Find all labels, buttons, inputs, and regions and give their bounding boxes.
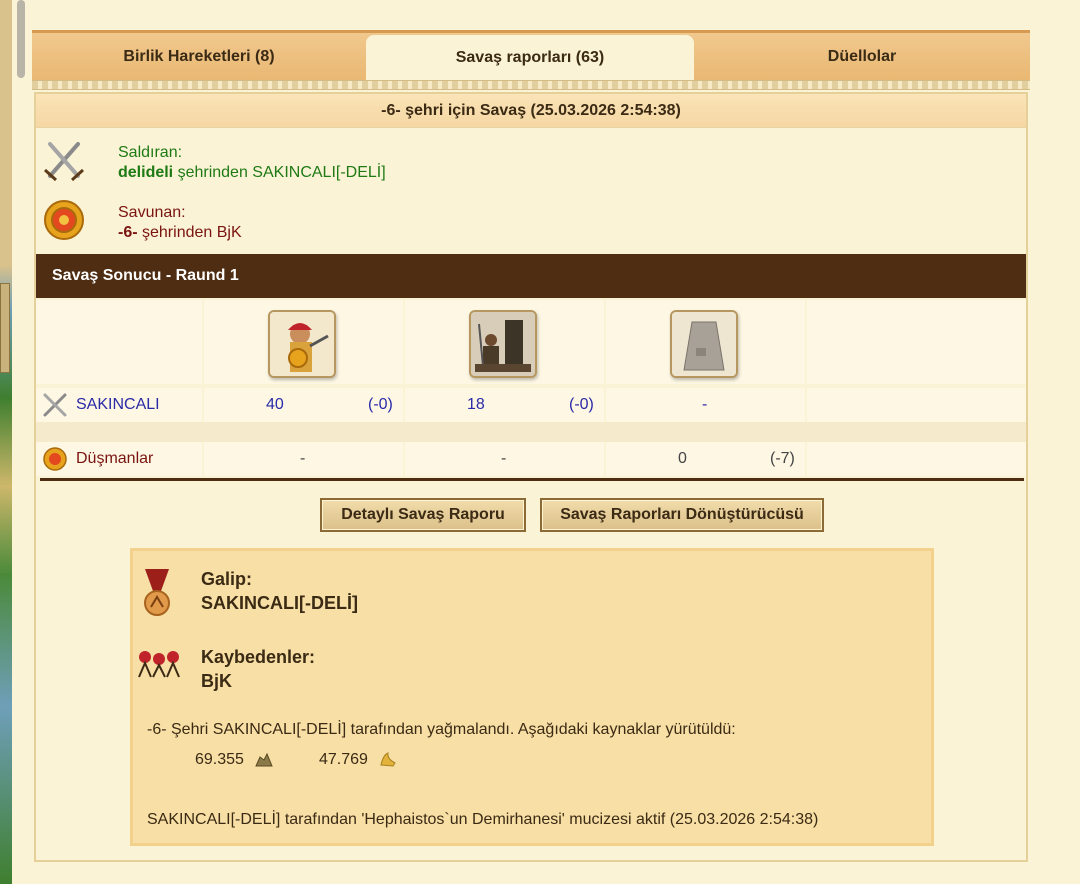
enemy-unit3-count: 0: [678, 450, 687, 467]
attacker-row-label[interactable]: SAKINCALI: [76, 396, 160, 414]
attacker-unit1-count: 40: [266, 396, 284, 413]
crossed-swords-icon: [43, 393, 67, 417]
round-title-bar: Savaş Sonucu - Raund 1: [36, 254, 1026, 298]
stone-resource-icon: [255, 752, 273, 767]
tab-bar: Birlik Hareketleri (8) Savaş raporları (…: [32, 30, 1030, 80]
fallen-soldiers-icon: [138, 651, 180, 678]
attacker-unit2-count: 18: [467, 396, 485, 413]
detailed-report-button[interactable]: Detaylı Savaş Raporu: [320, 498, 526, 532]
battle-report-panel: -6- şehri için Savaş (25.03.2026 2:54:38…: [34, 92, 1028, 862]
shield-icon: [43, 447, 67, 471]
attacker-unit3-count: -: [702, 396, 708, 413]
attacker-unit1-loss: (-0): [368, 396, 393, 413]
scrollbar[interactable]: [17, 0, 25, 78]
defender-role: Savunan:: [118, 204, 186, 221]
report-converter-button[interactable]: Savaş Raporları Dönüştürücüsü: [540, 498, 824, 532]
battle-result-box: Galip: SAKINCALI[-DELİ] Kaybedenler: BjK…: [130, 548, 934, 846]
enemy-units-row: Düşmanlar - - 0 (-7): [36, 442, 1026, 476]
tab-battle-reports[interactable]: Savaş raporları (63): [366, 35, 694, 80]
attacker-units-row: SAKINCALI 40 (-0) 18 (-0) -: [36, 388, 1026, 422]
attacker-section: Saldıran: delideli şehrinden SAKINCALI[-…: [36, 130, 1026, 190]
losers-name[interactable]: BjK: [201, 671, 232, 692]
medal-icon: [144, 569, 170, 616]
silver-resource-icon: [380, 752, 396, 767]
defender-player-link[interactable]: BjK: [217, 224, 242, 241]
row-spacer: [36, 422, 1026, 442]
enemy-row-label: Düşmanlar: [76, 450, 154, 467]
report-title: -6- şehri için Savaş (25.03.2026 2:54:38…: [36, 94, 1026, 128]
attacker-role: Saldıran:: [118, 144, 183, 161]
tab-border-ornament: [32, 80, 1030, 90]
city-wall-icon[interactable]: [670, 310, 738, 378]
winner-name[interactable]: SAKINCALI[-DELİ]: [201, 593, 358, 614]
enemy-unit3-loss: (-7): [770, 450, 795, 467]
defender-section: Savunan: -6- şehrinden BjK: [36, 190, 1026, 250]
wonder-text: SAKINCALI[-DELİ] tarafından 'Hephaistos`…: [147, 811, 819, 828]
shield-icon: [44, 200, 84, 240]
resource1-amount: 69.355: [195, 751, 244, 768]
attacker-unit2-loss: (-0): [569, 396, 594, 413]
attacker-city-link[interactable]: delideli: [118, 164, 173, 181]
defender-city-link[interactable]: -6-: [118, 224, 138, 241]
side-panel-handle[interactable]: [0, 283, 10, 373]
tab-unit-movements[interactable]: Birlik Hareketleri (8): [32, 33, 366, 80]
winner-label: Galip:: [201, 569, 253, 589]
resource2-amount: 47.769: [319, 751, 368, 768]
attacker-player-link[interactable]: SAKINCALI[-DELİ]: [252, 164, 385, 181]
slinger-unit-icon[interactable]: [268, 310, 336, 378]
enemy-unit1-count: -: [300, 450, 306, 467]
plunder-text: -6- Şehri SAKINCALI[-DELİ] tarafından ya…: [147, 721, 736, 738]
unit-images-row: [36, 300, 1026, 384]
catapult-unit-icon[interactable]: [469, 310, 537, 378]
game-map-strip: [0, 0, 12, 884]
enemy-unit2-count: -: [501, 450, 507, 467]
losers-label: Kaybedenler:: [201, 647, 316, 667]
attacker-origin: delideli şehrinden SAKINCALI[-DELİ]: [118, 164, 386, 181]
tab-duels[interactable]: Düellolar: [694, 33, 1030, 80]
crossed-swords-icon: [43, 142, 85, 182]
defender-origin: -6- şehrinden BjK: [118, 224, 242, 241]
table-separator: [40, 478, 1024, 481]
